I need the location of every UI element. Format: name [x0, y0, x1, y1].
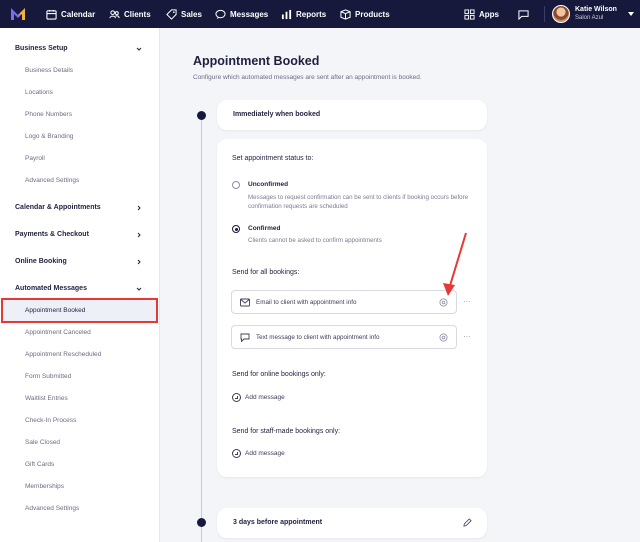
calendar-icon — [46, 9, 57, 20]
chevron-right-icon[interactable] — [136, 259, 142, 265]
sidebar-section-payments-checkout[interactable]: Payments & Checkout — [15, 231, 89, 238]
nav-label: Products — [355, 9, 390, 19]
timeline-dot — [197, 111, 206, 120]
sidebar-item-logo-branding[interactable]: Logo & Branding — [25, 133, 73, 140]
nav-label: Messages — [230, 9, 269, 19]
trigger-title: 3 days before appointment — [233, 519, 323, 526]
sidebar-item-appointment-rescheduled[interactable]: Appointment Rescheduled — [25, 351, 101, 358]
chat-icon — [215, 9, 226, 19]
staff-bookings-label: Send for staff-made bookings only: — [232, 428, 341, 435]
user-name: Katie Wilson — [575, 6, 617, 13]
nav-label: Calendar — [61, 9, 96, 19]
chevron-right-icon[interactable] — [136, 205, 142, 211]
all-bookings-label: Send for all bookings: — [232, 269, 300, 276]
gear-icon[interactable] — [439, 333, 448, 342]
trigger-title: Immediately when booked — [233, 111, 321, 118]
nav-sales[interactable]: Sales — [166, 0, 202, 28]
tag-icon — [166, 8, 177, 20]
mail-icon — [240, 298, 250, 307]
pencil-icon[interactable] — [463, 518, 472, 527]
gear-icon[interactable] — [439, 298, 448, 307]
sidebar-item-payroll[interactable]: Payroll — [25, 155, 45, 162]
add-message-staff-button[interactable]: Add message — [232, 449, 285, 458]
nav-chat-button[interactable] — [518, 0, 529, 28]
timeline-line — [201, 115, 202, 542]
nav-messages[interactable]: Messages — [215, 0, 268, 28]
sidebar-item-appointment-booked[interactable]: Appointment Booked — [1, 298, 158, 323]
timeline-dot — [197, 518, 206, 527]
message-text: Email to client with appointment info — [256, 299, 357, 306]
message-sms-row[interactable]: Text message to client with appointment … — [231, 325, 457, 349]
status-label: Set appointment status to: — [232, 155, 314, 162]
plus-circle-icon — [232, 393, 241, 402]
nav-products[interactable]: Products — [340, 0, 390, 28]
user-info: Katie Wilson Salon Azul — [575, 6, 617, 22]
message-text: Text message to client with appointment … — [256, 334, 380, 341]
add-message-label: Add message — [245, 450, 285, 457]
user-business: Salon Azul — [575, 15, 604, 21]
sms-icon — [240, 333, 250, 342]
top-nav: Calendar Clients Sales Messages Reports … — [0, 0, 640, 28]
nav-label: Sales — [181, 9, 202, 19]
radio-unconfirmed[interactable] — [232, 181, 240, 189]
option-title-confirmed[interactable]: Confirmed — [248, 225, 281, 232]
nav-calendar[interactable]: Calendar — [46, 0, 95, 28]
nav-apps[interactable]: Apps — [464, 0, 499, 28]
sidebar-item-check-in-process[interactable]: Check-In Process — [25, 417, 76, 424]
box-icon — [340, 8, 351, 20]
settings-sidebar: Business Setup Business Details Location… — [0, 28, 160, 542]
trigger-card-immediately[interactable]: Immediately when booked — [217, 100, 487, 130]
message-email-row[interactable]: Email to client with appointment info — [231, 290, 457, 314]
sidebar-section-business-setup[interactable]: Business Setup — [15, 45, 68, 52]
option-desc-confirmed: Clients cannot be asked to confirm appoi… — [248, 237, 382, 244]
sidebar-section-online-booking[interactable]: Online Booking — [15, 258, 67, 265]
sidebar-item-phone-numbers[interactable]: Phone Numbers — [25, 111, 72, 118]
sidebar-item-form-submitted[interactable]: Form Submitted — [25, 373, 71, 380]
sidebar-section-automated-messages[interactable]: Automated Messages — [15, 285, 87, 292]
trigger-card-3-days-before[interactable]: 3 days before appointment — [217, 508, 487, 538]
more-options-button[interactable]: ··· — [463, 332, 471, 341]
sidebar-item-business-details[interactable]: Business Details — [25, 67, 73, 74]
chevron-down-icon — [627, 12, 634, 16]
apps-grid-icon — [464, 8, 475, 20]
sidebar-item-label: Appointment Booked — [25, 307, 86, 314]
add-message-label: Add message — [245, 394, 285, 401]
app-logo-icon[interactable] — [10, 6, 26, 22]
nav-label: Reports — [296, 9, 327, 19]
sidebar-item-waitlist-entries[interactable]: Waitlist Entries — [25, 395, 68, 402]
sidebar-item-gift-cards[interactable]: Gift Cards — [25, 461, 54, 468]
add-message-online-button[interactable]: Add message — [232, 393, 285, 402]
plus-circle-icon — [232, 449, 241, 458]
chevron-down-icon[interactable] — [136, 286, 142, 292]
sidebar-item-advanced-settings-messages[interactable]: Advanced Settings — [25, 505, 79, 512]
bar-chart-icon — [281, 9, 292, 19]
nav-label: Apps — [479, 9, 499, 19]
online-bookings-label: Send for online bookings only: — [232, 371, 326, 378]
page-subtitle: Configure which automated messages are s… — [193, 74, 422, 81]
sidebar-item-sale-closed[interactable]: Sale Closed — [25, 439, 60, 446]
radio-confirmed[interactable] — [232, 225, 240, 233]
sidebar-item-appointment-canceled[interactable]: Appointment Canceled — [25, 329, 91, 336]
sidebar-item-advanced-settings[interactable]: Advanced Settings — [25, 177, 79, 184]
chevron-down-icon[interactable] — [136, 46, 142, 52]
sidebar-item-memberships[interactable]: Memberships — [25, 483, 64, 490]
clients-icon — [109, 9, 120, 18]
page-title: Appointment Booked — [193, 54, 320, 68]
chat-bubble-icon — [518, 9, 529, 20]
avatar — [552, 5, 570, 23]
option-desc-unconfirmed: Messages to request confirmation can be … — [248, 194, 469, 210]
option-title-unconfirmed[interactable]: Unconfirmed — [248, 181, 288, 188]
more-options-button[interactable]: ··· — [463, 297, 471, 306]
sidebar-section-calendar-appointments[interactable]: Calendar & Appointments — [15, 204, 101, 211]
chevron-right-icon[interactable] — [136, 232, 142, 238]
user-menu[interactable]: Katie Wilson Salon Azul — [552, 3, 634, 25]
nav-reports[interactable]: Reports — [281, 0, 326, 28]
nav-divider — [544, 6, 545, 22]
nav-label: Clients — [124, 9, 151, 19]
sidebar-item-locations[interactable]: Locations — [25, 89, 53, 96]
nav-clients[interactable]: Clients — [109, 0, 151, 28]
